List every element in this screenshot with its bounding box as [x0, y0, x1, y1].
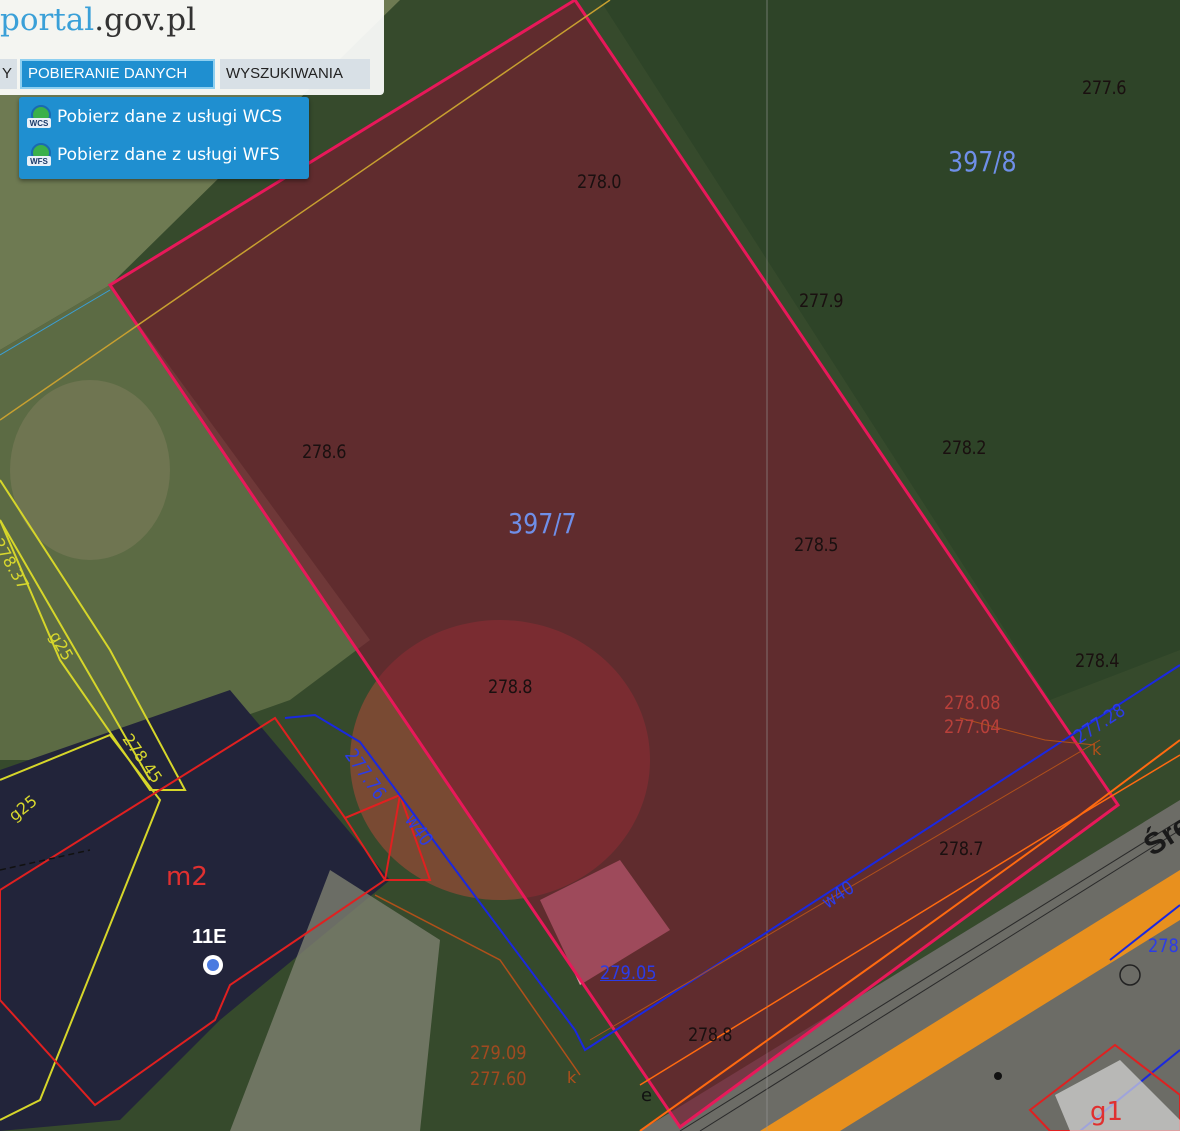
menu-item-wcs[interactable]: WCS Pobierz dane z usługi WCS [27, 100, 282, 134]
point-marker [994, 1072, 1002, 1080]
elevation-label: 278.4 [1075, 650, 1120, 672]
menu-item-wfs[interactable]: WFS Pobierz dane z usługi WFS [27, 138, 280, 172]
elevation-label: 278.8 [488, 676, 533, 698]
tab-truncated[interactable]: Y [0, 59, 17, 89]
marker-label: k [567, 1068, 577, 1087]
height-label: 277.60 [470, 1068, 527, 1090]
svg-text:WFS: WFS [30, 157, 48, 166]
elevation-label: 278.0 [577, 171, 622, 193]
address-number-label: 11E [192, 926, 227, 948]
tab-pobieranie-danych[interactable]: POBIERANIE DANYCH [20, 59, 215, 89]
marker-label: e [641, 1085, 653, 1106]
height-label: 277.04 [944, 716, 1001, 738]
menu-item-label: Pobierz dane z usługi WCS [57, 107, 283, 127]
logo-text-domain: .gov.pl [94, 2, 196, 38]
elevation-label: 277.9 [799, 290, 844, 312]
download-menu: WCS Pobierz dane z usługi WCS WFS Pobier… [19, 97, 309, 179]
wcs-icon: WCS [27, 105, 51, 128]
building-type-label: g1 [1090, 1097, 1124, 1127]
elevation-label: 278.7 [939, 838, 984, 860]
height-label: 278.08 [944, 692, 1001, 714]
height-label: 279.09 [470, 1042, 527, 1064]
elevation-label: 277.6 [1082, 77, 1127, 99]
blue-height-label: 279.05 [600, 962, 657, 984]
elevation-label: 278.8 [688, 1024, 733, 1046]
elevation-label: 278.5 [794, 534, 839, 556]
parcel-number-label: 397/7 [508, 507, 577, 540]
wfs-icon: WFS [27, 143, 51, 166]
marker-label: k [1092, 740, 1102, 759]
tab-wyszukiwania[interactable]: WYSZUKIWANIA [220, 59, 370, 89]
blue-height-label: 278 [1148, 935, 1179, 957]
portal-header: portal.gov.pl Y POBIERANIE DANYCH WYSZUK… [0, 0, 384, 95]
parcel-number-label: 397/8 [948, 145, 1017, 178]
svg-text:WCS: WCS [30, 119, 49, 128]
menu-item-label: Pobierz dane z usługi WFS [57, 145, 280, 165]
elevation-label: 278.2 [942, 437, 987, 459]
portal-logo[interactable]: portal.gov.pl [0, 0, 196, 40]
building-type-label: m2 [166, 862, 208, 892]
elevation-label: 278.6 [302, 441, 347, 463]
logo-text-portal: portal [0, 2, 95, 38]
